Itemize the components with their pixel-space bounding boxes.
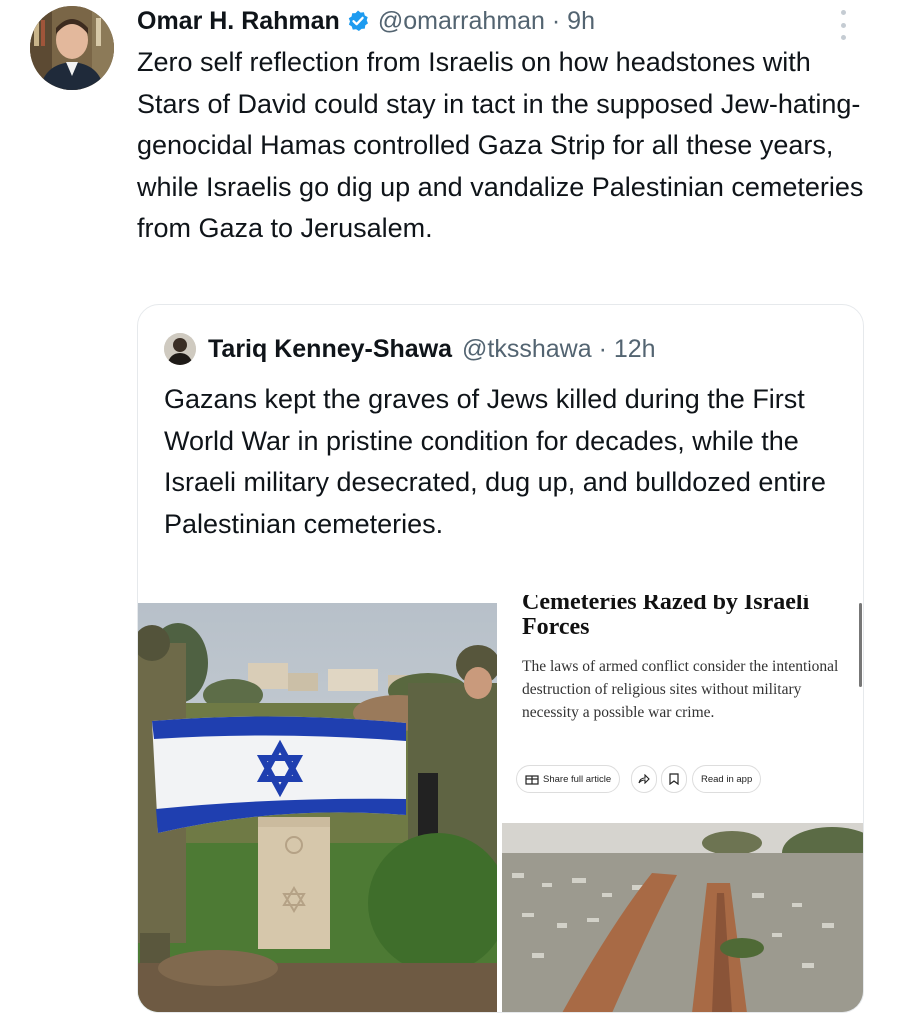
more-options-icon[interactable]: [836, 10, 850, 40]
article-body-text: The laws of armed conflict consider the …: [522, 658, 839, 721]
quoted-author-name[interactable]: Tariq Kenney-Shawa: [208, 335, 452, 364]
gift-icon: [525, 775, 539, 785]
quoted-author-handle-time[interactable]: @tksshawa · 12h: [462, 335, 656, 364]
quoted-author-avatar[interactable]: [164, 333, 196, 365]
share-arrow-icon: [631, 765, 657, 793]
read-in-app-button: Read in app: [692, 765, 762, 793]
quoted-tweet-text: Gazans kept the graves of Jews killed du…: [164, 384, 826, 539]
quoted-tweet-header: Tariq Kenney-Shawa @tksshawa · 12h: [164, 331, 656, 367]
read-in-app-label: Read in app: [701, 773, 753, 785]
tweet-text: Zero self reflection from Israelis on ho…: [137, 47, 864, 243]
author-name[interactable]: Omar H. Rahman: [137, 7, 340, 36]
bookmark-icon: [661, 765, 687, 793]
article-screenshot[interactable]: Cemeteries Razed by Israeli Forces The l…: [502, 595, 863, 820]
tweet-header: Omar H. Rahman @omarrahman · 9h: [137, 4, 595, 38]
share-full-article-label: Share full article: [543, 773, 612, 785]
quoted-tweet[interactable]: Tariq Kenney-Shawa @tksshawa · 12h Gazan…: [137, 304, 864, 1013]
article-scrollbar: [859, 603, 862, 687]
author-avatar[interactable]: [30, 6, 114, 90]
share-full-article-button: Share full article: [516, 765, 621, 793]
verified-badge-icon: [346, 9, 370, 33]
photo-soldiers-flag-headstone[interactable]: [138, 603, 497, 1012]
author-handle-time[interactable]: @omarrahman · 9h: [378, 7, 595, 36]
article-headline-line1: Cemeteries Razed by Israeli: [522, 595, 810, 615]
article-headline-line2: Forces: [522, 614, 590, 640]
photo-razed-cemetery[interactable]: [502, 823, 863, 1012]
